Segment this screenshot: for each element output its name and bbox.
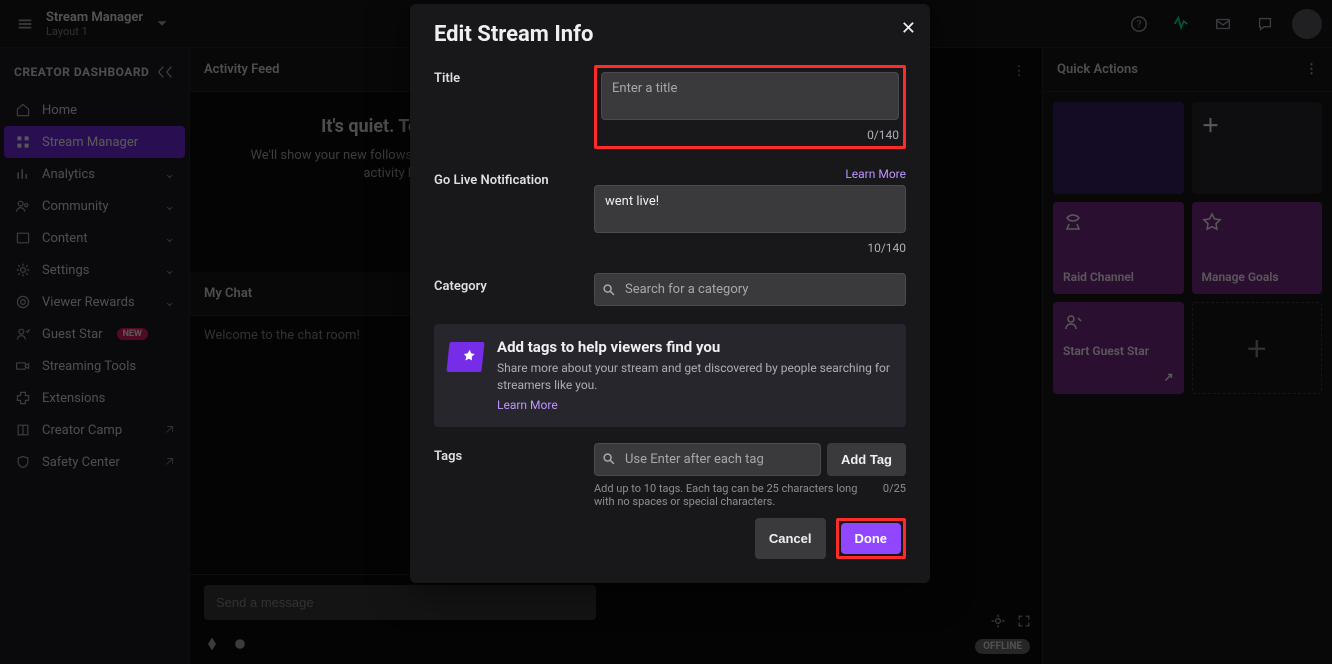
search-icon	[602, 452, 616, 466]
tags-promo-icon	[446, 342, 484, 372]
promo-heading: Add tags to help viewers find you	[497, 338, 892, 356]
done-highlight: Done	[836, 518, 907, 559]
done-button[interactable]: Done	[841, 523, 902, 554]
edit-stream-info-modal: ✕ Edit Stream Info Title 0/140 Go Live N…	[410, 4, 930, 583]
golive-counter: 10/140	[594, 241, 906, 255]
tags-input[interactable]	[594, 443, 821, 476]
add-tag-button[interactable]: Add Tag	[827, 443, 906, 476]
golive-learn-more-link[interactable]: Learn More	[845, 167, 906, 181]
title-input[interactable]	[601, 72, 899, 120]
title-highlight: 0/140	[594, 65, 906, 149]
golive-input[interactable]	[594, 185, 906, 233]
search-icon	[602, 283, 616, 297]
promo-body: Share more about your stream and get dis…	[497, 360, 892, 394]
category-label: Category	[434, 273, 574, 306]
promo-learn-more-link[interactable]: Learn More	[497, 398, 558, 412]
close-icon[interactable]: ✕	[901, 18, 916, 39]
golive-label: Go Live Notification	[434, 167, 574, 255]
tags-promo: Add tags to help viewers find you Share …	[434, 324, 906, 427]
category-input[interactable]	[594, 273, 906, 306]
tags-counter: 0/25	[883, 482, 906, 508]
cancel-button[interactable]: Cancel	[755, 518, 826, 559]
tags-label: Tags	[434, 443, 574, 508]
title-counter: 0/140	[601, 128, 899, 142]
title-label: Title	[434, 65, 574, 149]
modal-title: Edit Stream Info	[434, 22, 906, 47]
tags-help-text: Add up to 10 tags. Each tag can be 25 ch…	[594, 482, 873, 508]
